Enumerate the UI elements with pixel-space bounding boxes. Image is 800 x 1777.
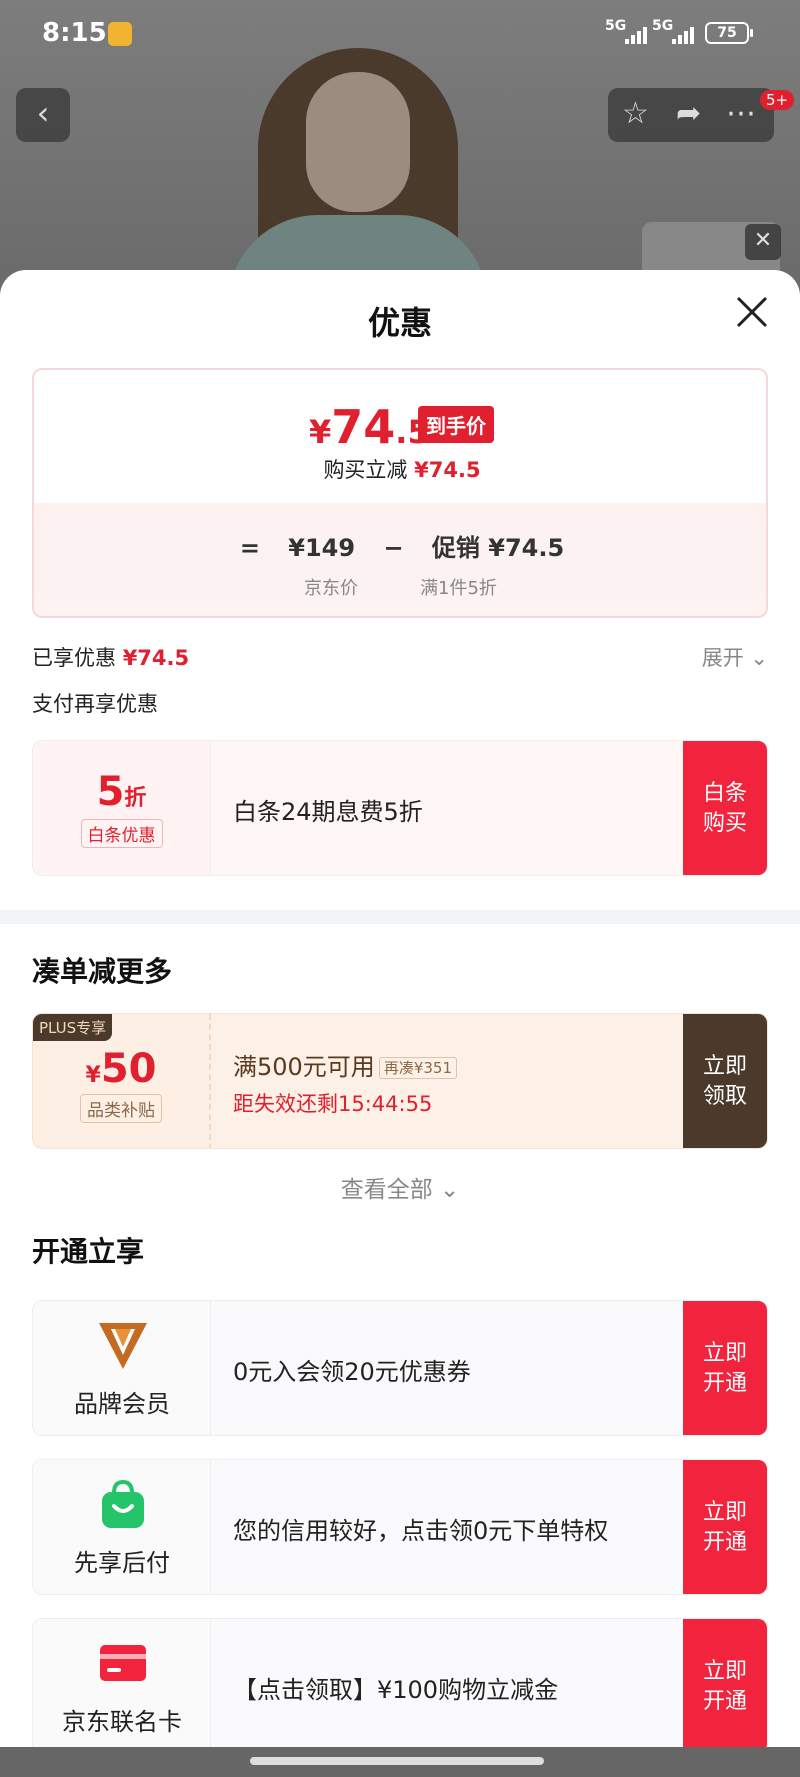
service-label: 京东联名卡 (62, 1708, 182, 1736)
expand-toggle[interactable]: 展开 ⌄ (702, 642, 768, 672)
service-text: 0元入会领20元优惠券 (233, 1357, 471, 1386)
battery-icon: 75 (705, 22, 753, 44)
coupon-countdown: 距失效还剩15:44:55 (233, 1091, 433, 1116)
open-button[interactable]: 立即开通 (683, 1619, 767, 1747)
home-indicator[interactable] (250, 1757, 544, 1765)
baitiao-offer-card[interactable]: 5折 白条优惠 白条24期息费5折 白条购买 (32, 740, 768, 876)
service-label: 品牌会员 (74, 1390, 170, 1418)
credit-card-icon (100, 1645, 146, 1681)
service-label: 先享后付 (74, 1549, 170, 1577)
promo-amount: 促销 ¥74.5 (431, 534, 565, 562)
final-price: ¥74.5 (309, 400, 430, 454)
baitiao-text: 白条24期息费5折 (233, 797, 423, 826)
coupon-gap-pill: 再凑¥351 (378, 1057, 457, 1079)
service-text: 您的信用较好，点击领0元下单特权 (233, 1516, 609, 1545)
signal-label: 5G (605, 18, 627, 34)
pay-more-label: 支付再享优惠 (32, 692, 158, 716)
see-all-link[interactable]: 查看全部 ⌄ (0, 1170, 800, 1204)
message-badge: 5+ (760, 90, 795, 110)
open-button[interactable]: 立即开通 (683, 1460, 767, 1594)
enjoyed-discount: 已享优惠 ¥74.5 (32, 646, 190, 670)
co-brand-card[interactable]: 京东联名卡 【点击领取】¥100购物立减金 立即开通 (32, 1618, 768, 1747)
signal-icon (625, 26, 651, 44)
price-formula: = ¥149 − 促销 ¥74.5 (34, 528, 770, 563)
signal-label-2: 5G (652, 18, 674, 34)
shopping-bag-icon (102, 1479, 144, 1528)
pay-later-card[interactable]: 先享后付 您的信用较好，点击领0元下单特权 立即开通 (32, 1459, 768, 1595)
model-photo (228, 40, 488, 300)
back-button[interactable]: ‹ (16, 88, 70, 142)
plus-coupon-card[interactable]: PLUS专享 ¥50 品类补贴 满500元可用 再凑¥351 距失效还剩15:44… (32, 1013, 768, 1149)
nav-actions: ☆ ➦ ⋯ (608, 88, 774, 142)
open-button[interactable]: 立即开通 (683, 1301, 767, 1435)
share-icon[interactable]: ➦ (676, 96, 701, 131)
brand-member-icon (99, 1323, 147, 1369)
baitiao-discount: 5折 (96, 769, 147, 815)
more-icon[interactable]: ⋯ (726, 96, 756, 131)
baitiao-tag: 白条优惠 (80, 819, 163, 848)
sheet-title: 优惠 (367, 304, 432, 342)
gesture-area (0, 1747, 800, 1777)
chevron-down-icon: ⌄ (750, 646, 768, 670)
notification-icon (108, 22, 132, 46)
thumbnail-close-icon[interactable]: ✕ (745, 224, 781, 260)
base-price: ¥149 (288, 534, 356, 562)
coupon-condition: 满500元可用 再凑¥351 (233, 1047, 457, 1082)
discount-sheet: 优惠 ¥74.5 到手价 购买立减 ¥74.5 = ¥149 − 促销 ¥74.… (0, 270, 800, 1747)
coupon-value: ¥50 (85, 1046, 157, 1092)
instant-discount: 购买立减 ¥74.5 (323, 458, 481, 482)
final-price-tag: 到手价 (418, 406, 494, 443)
chevron-down-icon: ⌄ (440, 1177, 460, 1203)
base-price-caption: 京东价 (304, 578, 358, 599)
signal-icon-2 (672, 26, 698, 44)
section-divider (0, 910, 800, 924)
bundle-section-title: 凑单减更多 (32, 955, 173, 988)
brand-member-card[interactable]: 品牌会员 0元入会领20元优惠券 立即开通 (32, 1300, 768, 1436)
status-time: 8:15 (42, 18, 107, 48)
price-breakdown-card: ¥74.5 到手价 购买立减 ¥74.5 = ¥149 − 促销 ¥74.5 京… (32, 368, 768, 618)
plus-badge: PLUS专享 (33, 1014, 113, 1041)
close-icon[interactable] (732, 292, 772, 332)
status-bar: 8:15 5G 5G 75 (0, 0, 800, 66)
coupon-category-tag: 品类补贴 (80, 1094, 162, 1123)
baitiao-buy-button[interactable]: 白条购买 (683, 741, 767, 875)
promo-caption: 满1件5折 (420, 578, 497, 599)
service-text: 【点击领取】¥100购物立减金 (233, 1675, 559, 1704)
open-section-title: 开通立享 (32, 1235, 145, 1268)
claim-coupon-button[interactable]: 立即领取 (683, 1014, 767, 1148)
star-icon[interactable]: ☆ (622, 96, 649, 131)
